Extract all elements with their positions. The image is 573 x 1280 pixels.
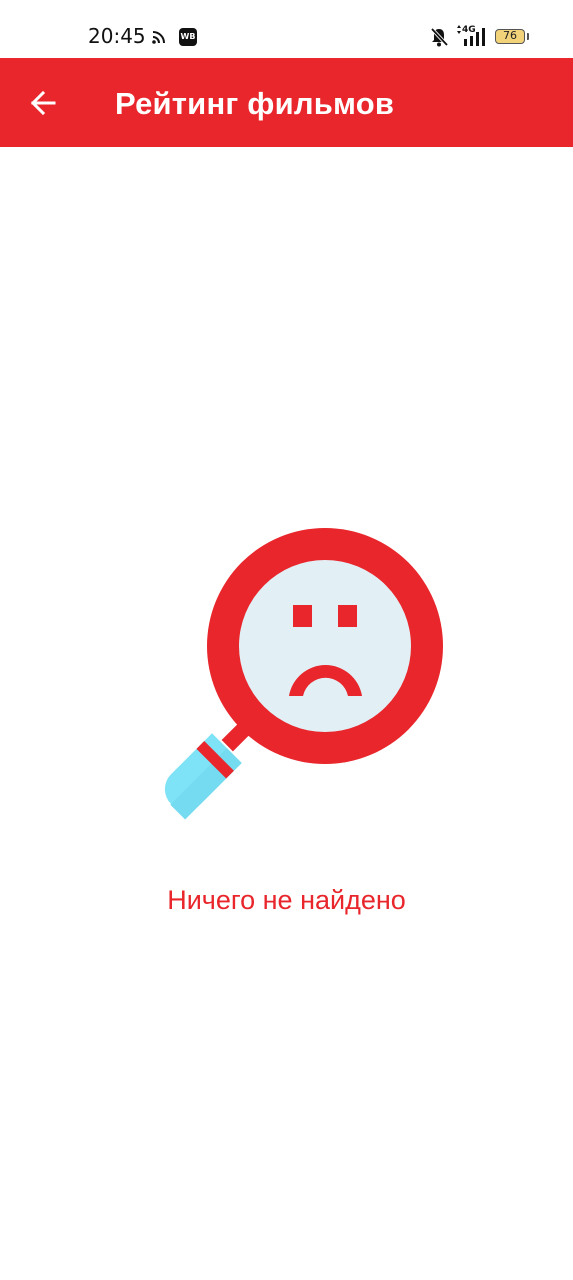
lens-glass	[239, 560, 411, 732]
sad-magnifier-icon	[164, 528, 443, 820]
wb-app-icon: WB	[179, 28, 197, 46]
page-title: Рейтинг фильмов	[115, 86, 395, 121]
back-button[interactable]	[18, 78, 68, 128]
app-bar: Рейтинг фильмов	[0, 58, 573, 147]
arrow-left-icon	[30, 90, 56, 116]
network-type: 4G	[462, 25, 476, 35]
screen: 20:45 WB 4G 76 Рейтинг фильмов Ничего не…	[0, 0, 573, 1280]
status-bar: 20:45 WB 4G 76	[0, 0, 573, 58]
battery-level: 76	[503, 29, 517, 42]
cast-icon	[152, 31, 165, 44]
mute-icon	[430, 27, 448, 47]
right-eye	[338, 605, 357, 627]
battery-icon: 76	[495, 29, 525, 44]
empty-state-message: Ничего не найдено	[167, 885, 406, 915]
status-time: 20:45	[88, 24, 146, 48]
left-eye	[293, 605, 312, 627]
battery-tip	[527, 33, 529, 40]
